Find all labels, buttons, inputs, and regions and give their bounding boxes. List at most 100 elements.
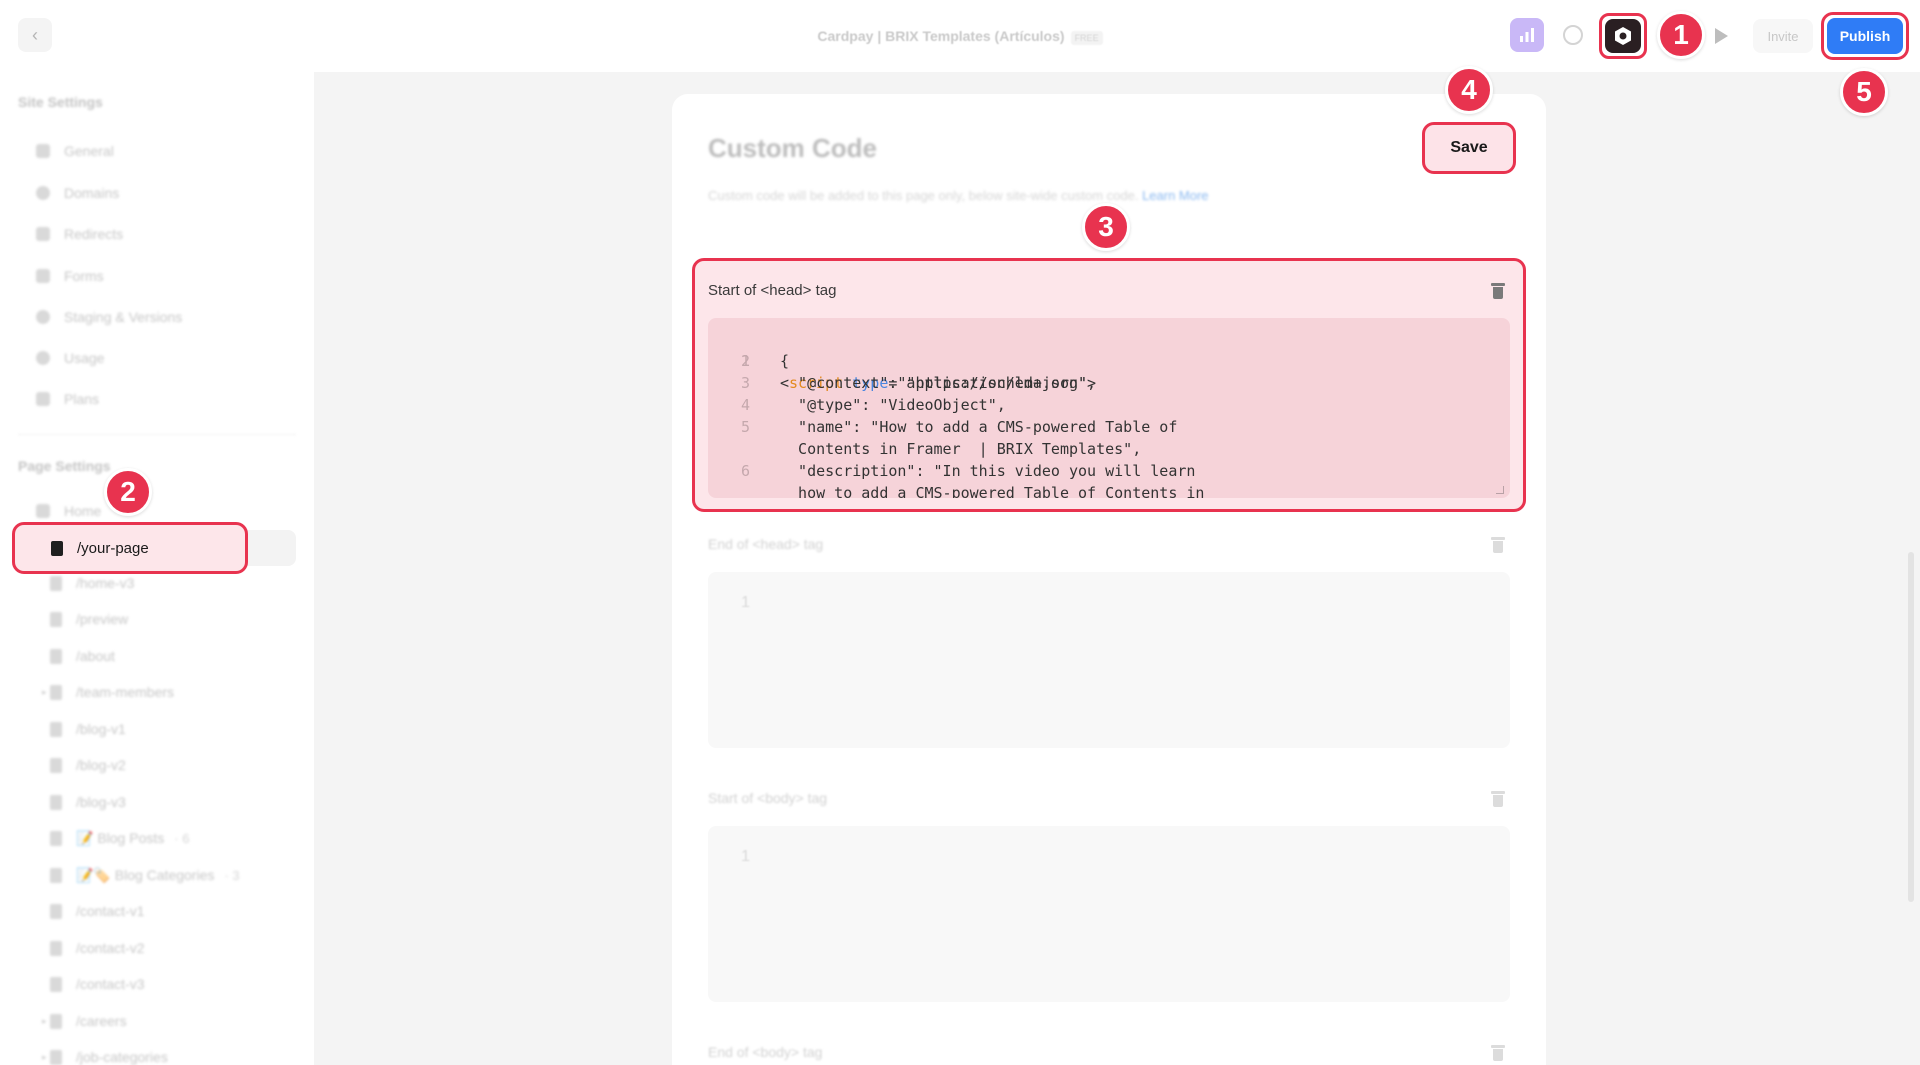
expand-arrow-icon[interactable]: ▸ — [42, 1052, 47, 1063]
page-item[interactable]: /about — [50, 645, 115, 667]
line-number: 2 — [740, 352, 750, 370]
top-bar: ‹ Cardpay | BRIX Templates (Artículos) FR… — [0, 0, 1920, 72]
save-button[interactable]: Save — [1450, 139, 1487, 157]
item-count: · 6 — [174, 830, 190, 846]
step-badge: 2 — [104, 468, 152, 516]
settings-icon — [36, 144, 50, 158]
page-item-label: 📝🏷️ Blog Categories — [76, 866, 215, 883]
head-end-label: End of <head> tag — [708, 536, 824, 552]
cms-collection-item[interactable]: 📝🏷️ Blog Categories · 3 — [50, 864, 240, 886]
line-number: 1 — [741, 594, 750, 611]
sidebar-item-label: Redirects — [64, 226, 124, 242]
page-item-label: 📝 Blog Posts — [76, 829, 165, 846]
page-icon — [50, 684, 62, 700]
expand-arrow-icon[interactable]: ▸ — [42, 1016, 47, 1027]
page-item-label: /contact-v2 — [76, 940, 145, 956]
page-item[interactable]: /blog-v2 — [50, 754, 126, 776]
sidebar-item-domains[interactable]: Domains — [36, 182, 119, 204]
active-page-label: /your-page — [77, 539, 149, 557]
line-number: 1 — [741, 848, 750, 865]
body-start-label: Start of <body> tag — [708, 790, 828, 806]
sidebar-item-label: Domains — [64, 185, 120, 201]
page-icon — [51, 540, 63, 556]
save-button-highlight: Save — [1422, 122, 1516, 174]
page-item[interactable]: /contact-v1 — [50, 900, 144, 922]
sidebar-item-your-page[interactable]: /your-page — [12, 522, 248, 574]
page-item[interactable]: /contact-v2 — [50, 937, 144, 959]
page-icon — [50, 575, 62, 591]
sidebar-item-plans[interactable]: Plans — [36, 388, 99, 410]
scrollbar[interactable] — [1908, 552, 1914, 902]
head-start-code-editor[interactable]: 1 <script type="application/ld+json"> 2 {… — [708, 318, 1510, 498]
code-line: 1 <script type="application/ld+json"> — [708, 328, 1510, 392]
page-item-label: /job-categories — [76, 1049, 168, 1065]
code-line: 3 "@context": "https://schema.org", — [708, 372, 1510, 394]
sidebar-item-home[interactable]: Home — [36, 500, 101, 522]
page-item-label: /contact-v3 — [76, 976, 145, 992]
sidebar-item-staging[interactable]: Staging & Versions — [36, 306, 182, 328]
globe-icon[interactable] — [1563, 25, 1583, 45]
page-settings-title: Page Settings — [18, 458, 111, 474]
analytics-button[interactable] — [1510, 18, 1544, 52]
play-icon — [1715, 28, 1728, 44]
preview-button[interactable] — [1712, 27, 1730, 45]
page-icon — [50, 903, 62, 919]
cms-collection-item[interactable]: 📝 Blog Posts · 6 — [50, 827, 189, 849]
page-item[interactable]: /home-v3 — [50, 572, 134, 594]
step-badge: 1 — [1657, 11, 1705, 59]
sidebar-item-forms[interactable]: Forms — [36, 265, 104, 287]
sidebar-item-label: Forms — [64, 268, 104, 284]
sidebar-item-usage[interactable]: Usage — [36, 347, 104, 369]
code-text: "description": "In this video you will l… — [780, 462, 1196, 480]
code-text: "name": "How to add a CMS-powered Table … — [780, 418, 1178, 436]
line-number: 4 — [740, 396, 750, 414]
page-item-label: /about — [76, 648, 115, 664]
code-text: { — [780, 352, 790, 370]
page-item-label: /blog-v3 — [76, 794, 126, 810]
code-text: "@type": "VideoObject", — [780, 396, 1006, 414]
sidebar-item-general[interactable]: General — [36, 140, 114, 162]
step-badge: 5 — [1840, 68, 1888, 116]
bar-chart-icon — [1520, 28, 1534, 42]
code-line: how to add a CMS-powered Table of Conten… — [708, 482, 1510, 498]
expand-arrow-icon[interactable]: ▸ — [42, 687, 47, 698]
page-item[interactable]: ▸ /careers — [42, 1010, 127, 1032]
page-icon — [50, 1049, 62, 1065]
body-end-label: End of <body> tag — [708, 1044, 823, 1060]
trash-icon[interactable] — [1491, 283, 1505, 299]
trash-icon[interactable] — [1491, 791, 1505, 807]
publish-button-highlight: Publish — [1821, 12, 1909, 60]
code-line: Contents in Framer | BRIX Templates", — [708, 438, 1510, 460]
page-item-label: /careers — [76, 1013, 127, 1029]
page-item-label: /blog-v1 — [76, 721, 126, 737]
page-item[interactable]: /blog-v1 — [50, 718, 126, 740]
code-text: how to add a CMS-powered Table of Conten… — [780, 484, 1205, 498]
page-item[interactable]: ▸ /job-categories — [42, 1046, 168, 1065]
item-count: · 3 — [224, 867, 240, 883]
page-icon — [50, 940, 62, 956]
trash-icon[interactable] — [1491, 537, 1505, 553]
page-item[interactable]: /contact-v3 — [50, 973, 144, 995]
page-item[interactable]: /preview — [50, 608, 128, 630]
code-line: 5 "name": "How to add a CMS-powered Tabl… — [708, 416, 1510, 438]
collection-icon — [50, 830, 62, 846]
learn-more-link[interactable]: Learn More — [1142, 188, 1208, 203]
description-text: Custom code will be added to this page o… — [708, 188, 1139, 203]
resize-handle-icon[interactable] — [1496, 486, 1504, 494]
panel-title: Custom Code — [708, 133, 877, 163]
sidebar-item-redirects[interactable]: Redirects — [36, 223, 123, 245]
page-icon — [50, 648, 62, 664]
body-start-code-editor[interactable]: 1 — [708, 826, 1510, 1002]
home-icon — [36, 504, 50, 518]
page-item[interactable]: /blog-v3 — [50, 791, 126, 813]
settings-button[interactable] — [1605, 19, 1641, 53]
page-item[interactable]: ▸ /team-members — [42, 681, 174, 703]
page-icon — [50, 611, 62, 627]
publish-button[interactable]: Publish — [1827, 18, 1903, 54]
head-end-code-editor[interactable]: 1 — [708, 572, 1510, 748]
trash-icon[interactable] — [1491, 1045, 1505, 1061]
redirect-icon — [36, 227, 50, 241]
invite-button[interactable]: Invite — [1753, 19, 1813, 53]
page-item-label: /preview — [76, 611, 129, 627]
sidebar-item-label: Usage — [64, 350, 105, 366]
